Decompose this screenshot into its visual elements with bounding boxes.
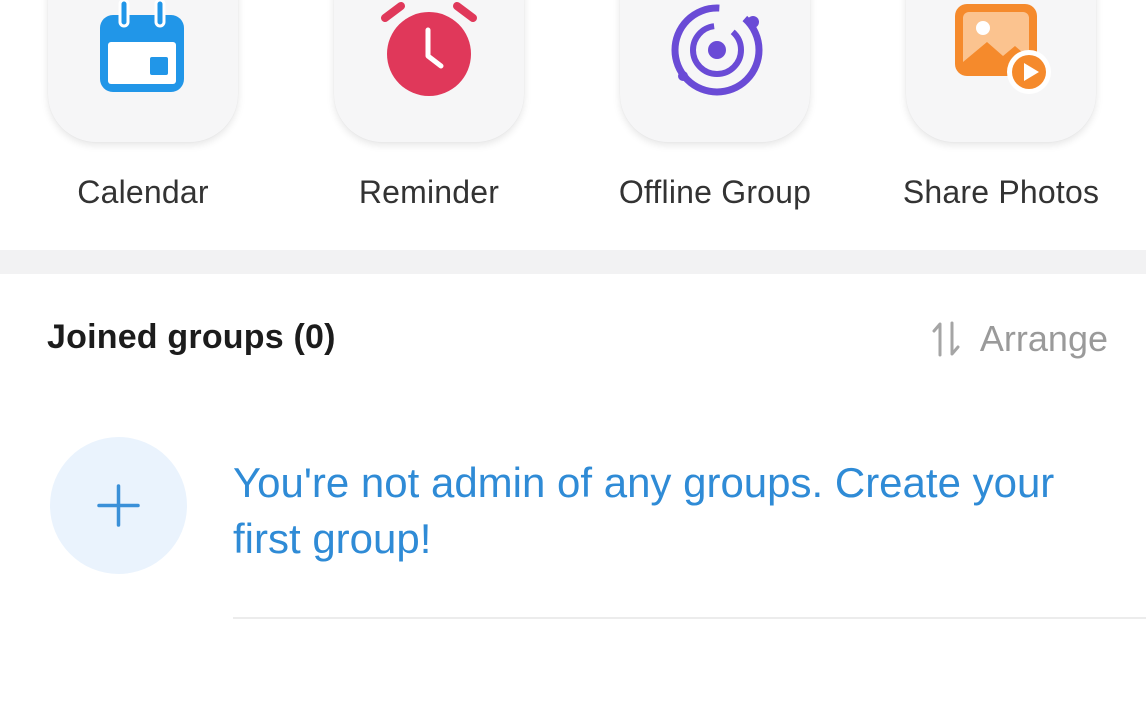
arrange-label: Arrange — [979, 318, 1108, 359]
app-label: Reminder — [358, 174, 500, 210]
orbit-icon — [671, 4, 763, 96]
sort-arrows-icon — [932, 321, 960, 357]
plus-icon — [97, 484, 140, 527]
quick-apps-row: Calendar Reminder Offline Group Share Ph… — [0, 0, 1146, 250]
app-offline-group[interactable]: Offline Group — [585, 0, 845, 250]
section-separator — [0, 250, 1146, 274]
app-share-photos[interactable]: Share Photos — [871, 0, 1131, 250]
divider — [233, 617, 1146, 619]
create-group-button[interactable] — [50, 437, 187, 574]
app-label: Offline Group — [618, 174, 812, 210]
arrange-button[interactable]: Arrange — [930, 316, 1108, 362]
app-label: Share Photos — [902, 174, 1100, 210]
app-reminder[interactable]: Reminder — [299, 0, 559, 250]
calendar-icon — [100, 0, 184, 92]
alarm-clock-icon — [381, 2, 477, 96]
joined-groups-title: Joined groups (0) — [47, 318, 336, 356]
create-first-group-link[interactable]: You're not admin of any groups. Create y… — [233, 455, 1093, 567]
app-calendar[interactable]: Calendar — [13, 0, 273, 250]
app-label: Calendar — [77, 174, 209, 210]
screen: Calendar Reminder Offline Group Share Ph… — [0, 0, 1146, 716]
photo-share-icon — [955, 4, 1051, 94]
